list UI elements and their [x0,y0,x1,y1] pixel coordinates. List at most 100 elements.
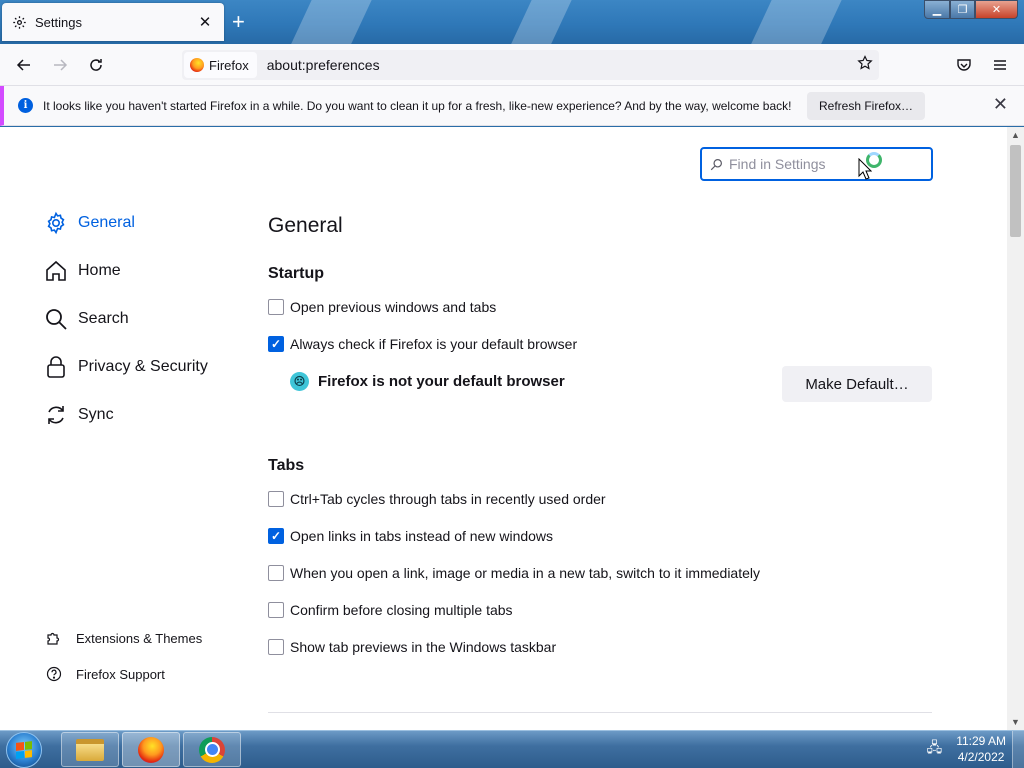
sidebar-item-label: Sync [78,406,114,423]
url-text[interactable]: about:preferences [267,57,851,73]
bookmark-star-icon[interactable] [851,54,879,76]
sidebar-item-label: Privacy & Security [78,358,208,375]
sidebar-item-search[interactable]: Search [44,307,129,331]
close-window-button[interactable]: ✕ [975,0,1018,19]
windows-logo-icon [16,741,32,759]
section-heading-tabs: Tabs [268,457,305,474]
search-icon [710,158,722,170]
tabs-option-row[interactable]: Open links in tabs instead of new window… [268,528,553,544]
checkbox-label: Ctrl+Tab cycles through tabs in recently… [290,491,606,507]
tabs-option-row[interactable]: Confirm before closing multiple tabs [268,602,513,618]
url-bar[interactable]: Firefox about:preferences [182,50,879,80]
tabs-option-row[interactable]: Ctrl+Tab cycles through tabs in recently… [268,491,606,507]
search-input[interactable] [729,156,879,172]
checkbox[interactable] [268,639,284,655]
sidebar-item-label: Home [78,262,121,279]
checkbox-label: Show tab previews in the Windows taskbar [290,639,557,655]
checkbox-label: Always check if Firefox is your default … [290,336,578,352]
scroll-up-arrow-icon[interactable]: ▲ [1007,127,1024,143]
scroll-down-arrow-icon[interactable]: ▼ [1007,714,1024,730]
background-streak [503,0,577,44]
tab-settings[interactable]: Settings ✕ [2,3,224,41]
checkbox[interactable] [268,565,284,581]
sidebar-item-label: General [78,214,135,231]
default-status-text: Firefox is not your default browser [318,373,565,390]
sidebar-footer-label: Firefox Support [76,666,165,682]
hamburger-menu-icon [994,60,1006,70]
identity-label: Firefox [209,57,249,73]
default-browser-status: ☹ Firefox is not your default browser [290,372,565,391]
reload-icon [90,58,102,71]
tabs-option-row[interactable]: When you open a link, image or media in … [268,565,760,581]
refresh-firefox-button[interactable]: Refresh Firefox… [807,92,926,120]
sidebar-item-home[interactable]: Home [44,259,121,283]
mouse-cursor-icon [858,158,872,180]
folder-icon [76,738,104,761]
tab-close-icon[interactable]: ✕ [196,13,214,31]
scrollbar-thumb[interactable] [1010,145,1021,237]
menu-button[interactable] [984,49,1016,81]
sync-icon [48,406,64,424]
sidebar-item-privacy[interactable]: Privacy & Security [44,355,208,379]
section-heading-startup: Startup [268,265,324,282]
identity-box[interactable]: Firefox [184,52,257,78]
sidebar-footer-label: Extensions & Themes [76,630,203,646]
forward-button[interactable] [44,49,76,81]
settings-page: General Home Search Privacy & Security S… [0,127,1024,730]
minimize-button[interactable]: ▁ [924,0,950,19]
new-tab-button[interactable]: + [232,9,245,35]
firefox-icon [138,736,164,763]
network-icon[interactable]: 🖧 [927,737,943,761]
home-icon [46,260,66,281]
find-in-settings[interactable] [700,147,933,181]
taskbar-firefox-button[interactable] [122,732,180,767]
notification-bar: i It looks like you haven't started Fire… [0,86,1024,126]
checkbox-checked[interactable] [268,336,284,352]
lock-icon [47,356,65,378]
clock[interactable]: 11:29 AM 4/2/2022 [956,733,1006,765]
reload-button[interactable] [80,49,112,81]
sad-face-icon: ☹ [290,372,309,391]
sidebar-item-general[interactable]: General [44,211,135,235]
page-scrollbar[interactable]: ▲ ▼ [1007,127,1024,730]
make-default-button[interactable]: Make Default… [782,366,932,402]
arrow-left-icon [16,58,30,71]
pocket-button[interactable] [948,49,980,81]
sidebar-extensions-themes[interactable]: Extensions & Themes [46,630,202,646]
checkbox-label: Confirm before closing multiple tabs [290,602,513,618]
startup-option-row[interactable]: Always check if Firefox is your default … [268,336,577,352]
show-desktop-button[interactable] [1012,731,1024,768]
sidebar-firefox-support[interactable]: Firefox Support [46,666,165,682]
checkbox[interactable] [268,299,284,315]
clock-time: 11:29 AM [956,734,1006,748]
firefox-logo-icon [190,58,204,72]
maximize-button[interactable]: ❐ [950,0,975,19]
taskbar-explorer-button[interactable] [61,732,119,767]
pocket-icon [957,59,971,71]
gear-icon [13,15,26,29]
checkbox-checked[interactable] [268,528,284,544]
checkbox[interactable] [268,602,284,618]
sidebar-item-label: Search [78,310,129,327]
nav-bar: Firefox about:preferences [0,44,1024,86]
notification-text: It looks like you haven't started Firefo… [43,98,792,113]
checkbox[interactable] [268,491,284,507]
background-streak [283,0,377,44]
page-title: General [268,214,343,237]
notification-close-icon[interactable]: ✕ [993,94,1008,115]
sidebar-item-sync[interactable]: Sync [44,403,114,427]
arrow-right-icon [54,58,68,71]
system-tray: 🖧 11:29 AM 4/2/2022 [927,733,1006,765]
clock-date: 4/2/2022 [957,750,1005,764]
window-controls: ▁ ❐ ✕ [924,0,1018,19]
tab-title: Settings [35,14,82,30]
help-icon [46,666,62,682]
checkbox-label: When you open a link, image or media in … [290,565,761,581]
back-button[interactable] [8,49,40,81]
chrome-icon [199,736,225,763]
taskbar-chrome-button[interactable] [183,732,241,767]
start-button[interactable] [6,732,42,768]
checkbox-label: Open previous windows and tabs [290,299,497,315]
startup-option-row[interactable]: Open previous windows and tabs [268,299,496,315]
tabs-option-row[interactable]: Show tab previews in the Windows taskbar [268,639,556,655]
